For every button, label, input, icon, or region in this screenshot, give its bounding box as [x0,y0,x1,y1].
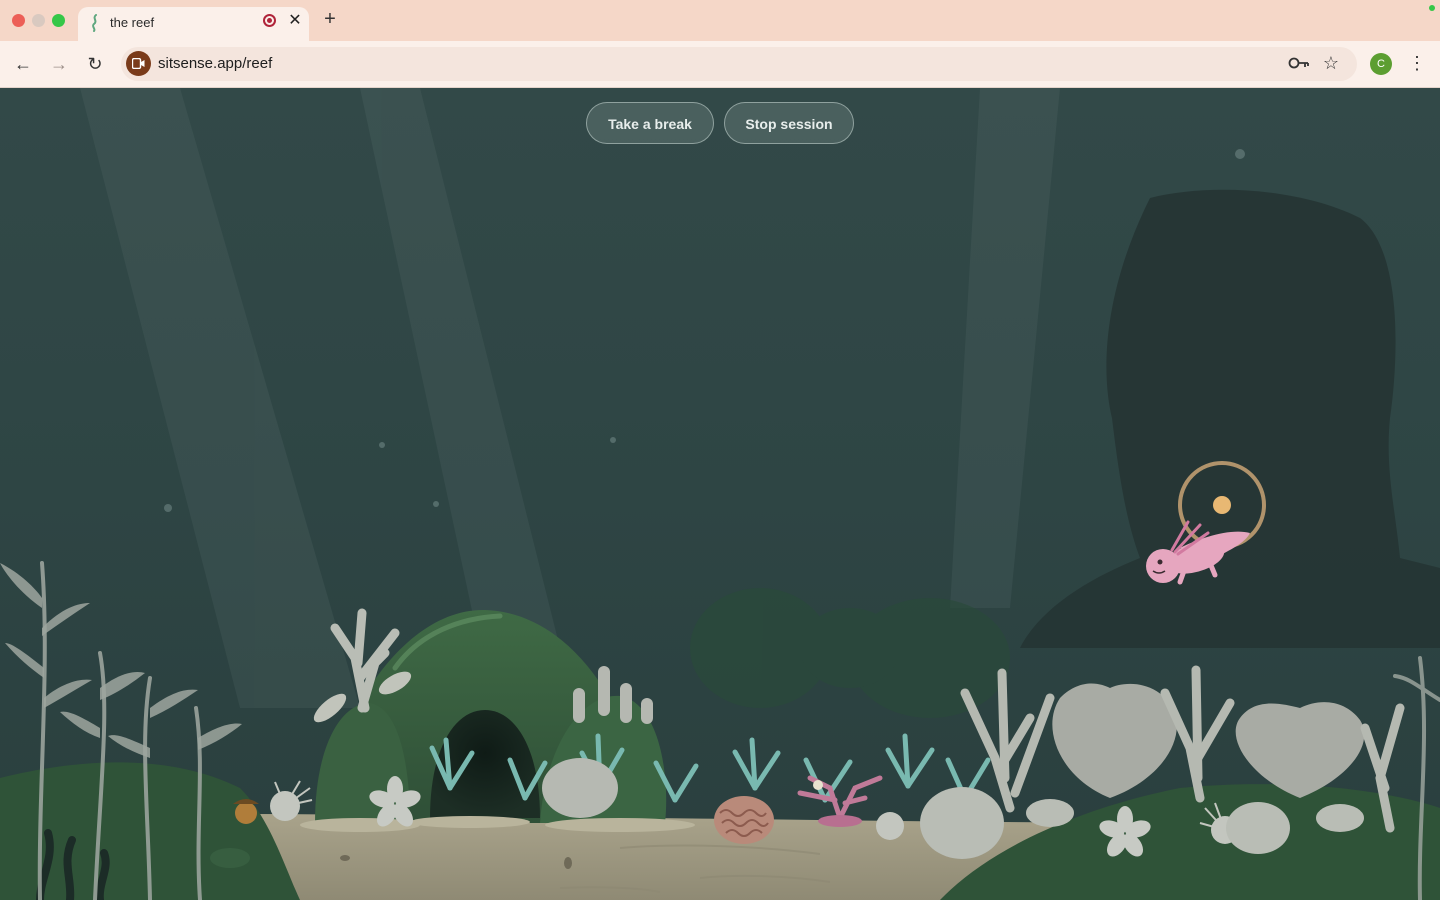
back-arrow-icon[interactable]: ← [12,53,34,75]
url-text: sitsense.app/reef [158,55,273,72]
forward-arrow-icon[interactable]: → [48,53,70,75]
reef-page: Take a break Stop session [0,88,1440,900]
tab-strip: the reef ✕ + [0,0,1440,41]
star-icon[interactable]: ☆ [1321,53,1341,73]
reef-scene [0,88,1440,900]
window-maximize-button[interactable] [52,14,65,27]
browser-toolbar: ← → ↻ sitsense.app/reef ☆ C ⋮ [0,41,1440,88]
browser-tab[interactable]: the reef ✕ [78,7,309,41]
window-minimize-button[interactable] [32,14,45,27]
profile-avatar[interactable]: C [1370,53,1392,75]
key-icon[interactable] [1288,54,1310,72]
address-bar[interactable]: sitsense.app/reef ☆ [121,47,1357,81]
status-dot [1429,5,1435,11]
brain-coral [714,796,774,844]
wave-icon [92,14,97,32]
close-icon[interactable]: ✕ [287,10,303,30]
take-a-break-button[interactable]: Take a break [586,102,714,144]
reload-icon[interactable]: ↻ [84,53,106,75]
plus-icon[interactable]: + [320,8,340,31]
tab-title: the reef [110,15,155,30]
camera-icon[interactable] [126,51,151,76]
recording-icon [263,14,276,27]
stop-session-button[interactable]: Stop session [724,102,854,144]
window-close-button[interactable] [12,14,25,27]
kebab-menu-icon[interactable]: ⋮ [1407,52,1427,74]
